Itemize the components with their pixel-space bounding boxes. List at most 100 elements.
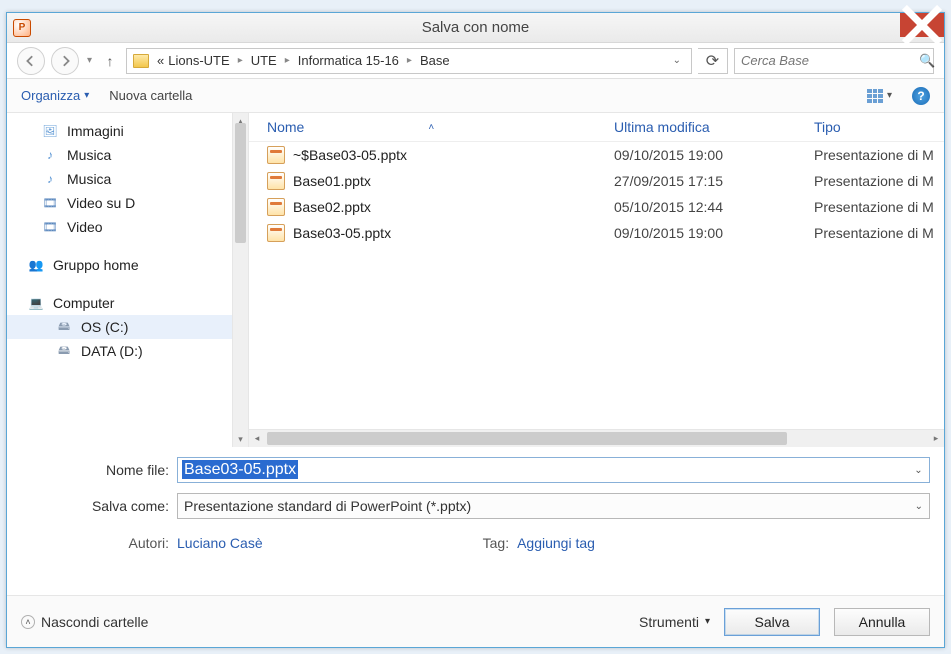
scroll-left-icon[interactable]: ◂ bbox=[249, 433, 265, 444]
pptx-icon bbox=[267, 172, 285, 190]
sidebar-item-label: Computer bbox=[53, 295, 114, 311]
pptx-icon bbox=[267, 198, 285, 216]
sidebar-item-video[interactable]: 🎞 Video bbox=[7, 215, 248, 239]
sidebar-item-pictures[interactable]: 🖼 Immagini bbox=[7, 119, 248, 143]
save-as-dialog: P Salva con nome ▾ ↑ « Lions-UTE ▸ UTE ▸… bbox=[6, 12, 945, 648]
sidebar-item-music[interactable]: ♪ Musica bbox=[7, 167, 248, 191]
filename-input-wrap: Base03-05.pptx ⌄ bbox=[177, 457, 930, 483]
authors-label: Autori: bbox=[21, 535, 177, 551]
tools-dropdown[interactable]: Strumenti ▾ bbox=[639, 614, 710, 630]
help-button[interactable]: ? bbox=[912, 87, 930, 105]
file-list-header: Nome˄ Ultima modifica Tipo bbox=[249, 113, 944, 142]
file-type: Presentazione di M bbox=[814, 225, 944, 241]
arrow-right-icon bbox=[59, 55, 71, 67]
scrollbar-thumb[interactable] bbox=[235, 123, 246, 243]
breadcrumb-item[interactable]: Base bbox=[420, 53, 450, 68]
organize-button[interactable]: Organizza ▾ bbox=[21, 88, 89, 103]
new-folder-button[interactable]: Nuova cartella bbox=[109, 88, 192, 103]
hide-folders-label: Nascondi cartelle bbox=[41, 614, 148, 630]
sidebar-item-video-d[interactable]: 🎞 Video su D bbox=[7, 191, 248, 215]
computer-icon: 💻 bbox=[27, 295, 45, 311]
view-options-button[interactable]: ▾ bbox=[867, 89, 892, 103]
filename-input[interactable]: Base03-05.pptx bbox=[178, 461, 907, 479]
refresh-button[interactable]: ⟳ bbox=[698, 48, 728, 74]
pictures-icon: 🖼 bbox=[41, 123, 59, 139]
form-area: Nome file: Base03-05.pptx ⌄ Salva come: … bbox=[7, 447, 944, 551]
saveas-combo[interactable]: Presentazione standard di PowerPoint (*.… bbox=[177, 493, 930, 519]
scroll-down-icon[interactable]: ▾ bbox=[233, 431, 248, 447]
sidebar-item-label: Video su D bbox=[67, 195, 135, 211]
forward-button[interactable] bbox=[51, 47, 79, 75]
chevron-down-icon: ▾ bbox=[705, 616, 710, 627]
title-bar: P Salva con nome bbox=[7, 13, 944, 43]
navigation-row: ▾ ↑ « Lions-UTE ▸ UTE ▸ Informatica 15-1… bbox=[7, 43, 944, 79]
search-input[interactable] bbox=[741, 53, 919, 68]
file-type: Presentazione di M bbox=[814, 147, 944, 163]
refresh-icon: ⟳ bbox=[706, 51, 719, 71]
sidebar-item-drive-c[interactable]: 🖴OS (C:) bbox=[7, 315, 248, 339]
view-icon bbox=[867, 89, 883, 103]
sidebar-item-computer[interactable]: 💻 Computer bbox=[7, 291, 248, 315]
cancel-button[interactable]: Annulla bbox=[834, 608, 930, 636]
sort-asc-icon: ˄ bbox=[428, 122, 434, 133]
tag-value[interactable]: Aggiungi tag bbox=[517, 535, 595, 551]
history-dropdown[interactable]: ▾ bbox=[85, 55, 94, 66]
address-bar[interactable]: « Lions-UTE ▸ UTE ▸ Informatica 15-16 ▸ … bbox=[126, 48, 692, 74]
sidebar-item-label: Immagini bbox=[67, 123, 124, 139]
file-row[interactable]: Base02.pptx 05/10/2015 12:44 Presentazio… bbox=[249, 194, 944, 220]
close-button[interactable] bbox=[900, 13, 944, 37]
file-row[interactable]: Base03-05.pptx 09/10/2015 19:00 Presenta… bbox=[249, 220, 944, 246]
filename-value: Base03-05.pptx bbox=[182, 460, 298, 479]
search-icon: 🔍 bbox=[919, 53, 935, 69]
folder-icon bbox=[133, 54, 149, 68]
column-type[interactable]: Tipo bbox=[814, 119, 944, 135]
breadcrumb-item[interactable]: Informatica 15-16 bbox=[298, 53, 399, 68]
chevron-down-icon: ▾ bbox=[84, 90, 89, 101]
saveas-label: Salva come: bbox=[21, 498, 177, 514]
pptx-icon bbox=[267, 146, 285, 164]
scroll-right-icon[interactable]: ▸ bbox=[928, 433, 944, 444]
video-icon: 🎞 bbox=[41, 195, 59, 211]
file-row[interactable]: ~$Base03-05.pptx 09/10/2015 19:00 Presen… bbox=[249, 142, 944, 168]
tools-label: Strumenti bbox=[639, 614, 699, 630]
column-name[interactable]: Nome˄ bbox=[267, 119, 614, 135]
scrollbar-thumb[interactable] bbox=[267, 432, 787, 445]
file-modified: 05/10/2015 12:44 bbox=[614, 199, 814, 215]
sidebar-item-drive-d[interactable]: 🖴DATA (D:) bbox=[7, 339, 248, 363]
file-pane: Nome˄ Ultima modifica Tipo ~$Base03-05.p… bbox=[249, 113, 944, 447]
breadcrumb-item[interactable]: Lions-UTE bbox=[168, 53, 229, 68]
tag-label: Tag: bbox=[483, 535, 517, 551]
organize-label: Organizza bbox=[21, 88, 80, 103]
file-modified: 09/10/2015 19:00 bbox=[614, 225, 814, 241]
sidebar-scrollbar[interactable]: ▴ ▾ bbox=[232, 113, 248, 447]
window-title: Salva con nome bbox=[7, 19, 944, 36]
sidebar-item-music[interactable]: ♪Musica bbox=[7, 143, 248, 167]
filename-label: Nome file: bbox=[21, 462, 177, 478]
sidebar: 🖼Immagini ♪Musica ♪Musica 🎞Video su D 🎞V… bbox=[7, 113, 249, 447]
chevron-up-icon: ˄ bbox=[21, 615, 35, 629]
column-modified[interactable]: Ultima modifica bbox=[614, 119, 814, 135]
file-name: ~$Base03-05.pptx bbox=[293, 147, 407, 163]
filename-dropdown[interactable]: ⌄ bbox=[907, 465, 929, 476]
horizontal-scrollbar[interactable]: ◂ ▸ bbox=[249, 429, 944, 447]
music-icon: ♪ bbox=[41, 171, 59, 187]
save-button[interactable]: Salva bbox=[724, 608, 820, 636]
sidebar-item-homegroup[interactable]: 👥Gruppo home bbox=[7, 253, 248, 277]
drive-icon: 🖴 bbox=[55, 319, 73, 335]
address-dropdown[interactable]: ⌄ bbox=[669, 55, 685, 66]
chevron-down-icon: ▾ bbox=[887, 90, 892, 101]
authors-value[interactable]: Luciano Casè bbox=[177, 535, 263, 551]
file-name: Base02.pptx bbox=[293, 199, 371, 215]
app-icon: P bbox=[13, 19, 31, 37]
hide-folders-button[interactable]: ˄ Nascondi cartelle bbox=[21, 614, 148, 630]
video-icon: 🎞 bbox=[41, 219, 59, 235]
search-box[interactable]: 🔍 bbox=[734, 48, 934, 74]
back-button[interactable] bbox=[17, 47, 45, 75]
breadcrumb-prefix: « bbox=[157, 53, 164, 68]
breadcrumb-item[interactable]: UTE bbox=[251, 53, 277, 68]
file-row[interactable]: Base01.pptx 27/09/2015 17:15 Presentazio… bbox=[249, 168, 944, 194]
sidebar-item-label: Musica bbox=[67, 171, 111, 187]
up-button[interactable]: ↑ bbox=[100, 53, 120, 69]
sidebar-item-label: Video bbox=[67, 219, 103, 235]
pptx-icon bbox=[267, 224, 285, 242]
